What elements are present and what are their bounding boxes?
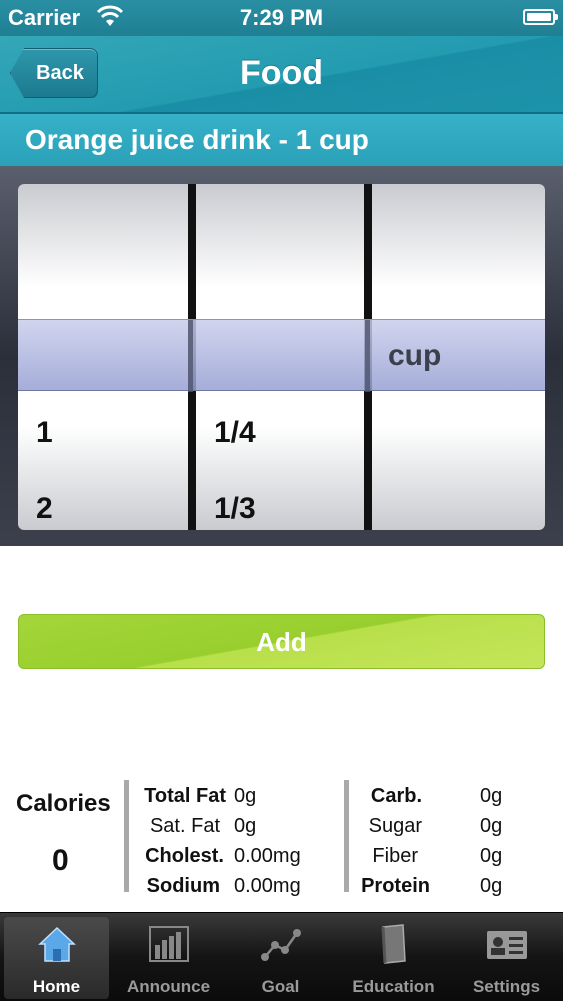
wheel-option: 1/4 <box>214 416 256 449</box>
tab-education[interactable]: Education <box>341 917 446 999</box>
picker-frame: 1 2 1/4 1/3 cup <box>18 184 545 530</box>
id-card-icon <box>486 923 528 965</box>
tab-settings[interactable]: Settings <box>454 917 559 999</box>
wheel-option: 1 <box>36 416 53 449</box>
tab-announce[interactable]: Announce <box>116 917 221 999</box>
tab-goal[interactable]: Goal <box>228 917 333 999</box>
tab-label: Announce <box>126 977 211 996</box>
serving-picker: 1 2 1/4 1/3 cup <box>0 166 563 546</box>
calories-value: 0 <box>52 844 69 877</box>
calories-label: Calories <box>16 790 111 817</box>
status-bar: Carrier 7:29 PM <box>0 0 563 36</box>
divider <box>344 780 349 892</box>
add-button[interactable]: Add <box>18 614 545 669</box>
page-title: Food <box>239 54 324 92</box>
tab-bar: Home Announce Goal Education Settings <box>0 912 563 1001</box>
line-chart-icon <box>260 923 302 965</box>
home-icon <box>36 923 78 965</box>
tab-label: Home <box>32 977 81 996</box>
tab-label: Education <box>352 977 435 996</box>
book-icon <box>373 923 415 965</box>
picker-selection-indicator <box>18 319 545 392</box>
bar-chart-icon <box>148 923 190 965</box>
divider <box>124 780 129 892</box>
nutrition-summary: Calories 0 Total Fat 0g Sat. Fat 0g Chol… <box>0 778 563 908</box>
status-time: 7:29 PM <box>239 5 324 30</box>
food-item-title: Orange juice drink - 1 cup <box>0 114 563 166</box>
unit-selected-label: cup <box>388 339 442 372</box>
wheel-option: 2 <box>36 492 53 525</box>
navigation-bar: Back Food <box>0 36 563 114</box>
wheel-option: 1/3 <box>214 492 256 525</box>
battery-icon <box>523 9 558 25</box>
tab-label: Settings <box>472 977 541 996</box>
tab-home[interactable]: Home <box>4 917 109 999</box>
tab-label: Goal <box>261 977 300 996</box>
